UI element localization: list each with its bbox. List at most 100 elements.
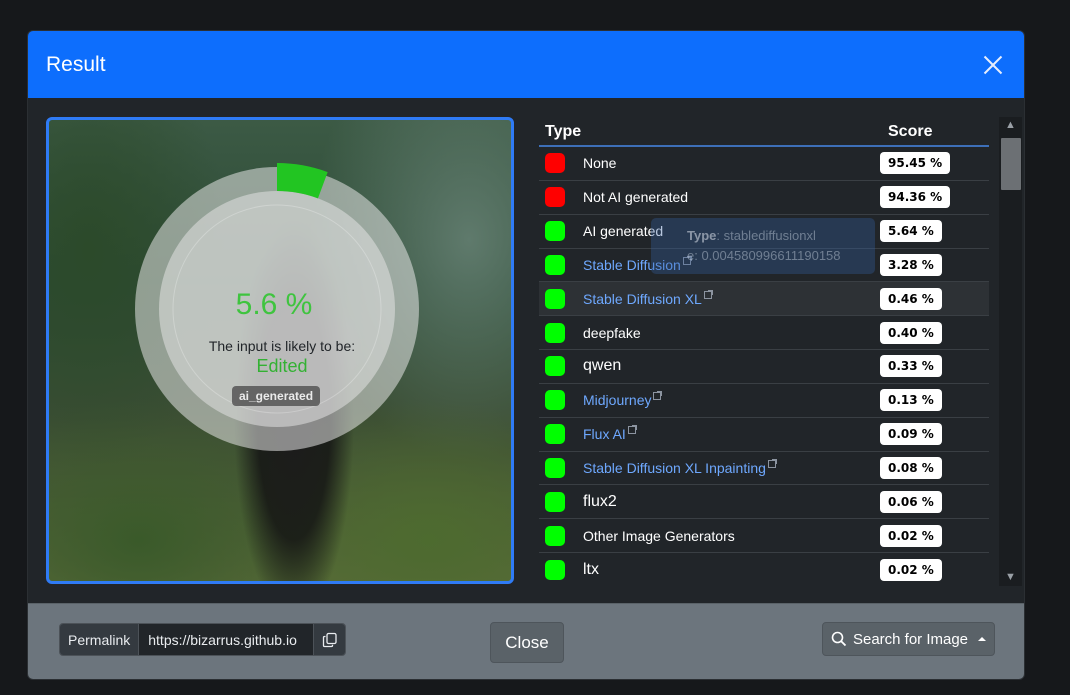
analyzed-image: 5.6 % The input is likely to be: Edited … xyxy=(46,117,514,584)
model-link[interactable]: Midjourney xyxy=(565,391,876,408)
table-row: AI generated 5.64 % xyxy=(539,215,989,249)
type-name[interactable]: Stable Diffusion XL Inpainting xyxy=(583,460,766,476)
status-indicator xyxy=(545,221,565,242)
type-name[interactable]: Stable Diffusion xyxy=(583,257,681,273)
result-modal: Result 5.6 % The input is likely to be: … xyxy=(27,30,1025,680)
external-link-icon xyxy=(767,459,777,469)
score-column-header: Score xyxy=(888,123,933,140)
type-name: None xyxy=(583,155,617,172)
type-name[interactable]: Stable Diffusion XL xyxy=(583,291,702,307)
status-indicator xyxy=(545,187,565,208)
external-link-icon xyxy=(682,255,692,265)
model-link[interactable]: Flux AI xyxy=(565,425,876,442)
table-header: Type Score xyxy=(539,118,989,147)
model-link[interactable]: Stable Diffusion xyxy=(565,255,876,273)
status-indicator xyxy=(545,491,565,512)
table-scrollbar[interactable]: ▲ ▼ xyxy=(999,117,1022,586)
type-name[interactable]: Flux AI xyxy=(583,426,626,442)
status-indicator xyxy=(545,525,565,546)
status-indicator xyxy=(545,559,565,580)
score-badge: 0.09 % xyxy=(880,423,942,446)
score-badge: 0.06 % xyxy=(880,490,942,513)
table-row: Stable Diffusion XL 0.46 % xyxy=(539,282,989,317)
permalink-input[interactable]: https://bizarrus.github.io xyxy=(139,624,314,655)
gauge-badge: ai_generated xyxy=(232,386,321,406)
score-badge: 0.02 % xyxy=(880,558,942,581)
external-link-icon xyxy=(703,289,713,299)
model-link[interactable]: Stable Diffusion XL Inpainting xyxy=(565,459,876,476)
modal-body: 5.6 % The input is likely to be: Edited … xyxy=(28,98,1024,603)
type-name: Other Image Generators xyxy=(583,527,735,544)
score-badge: 0.33 % xyxy=(880,355,942,378)
status-indicator xyxy=(545,322,565,343)
table-row: Other Image Generators 0.02 % xyxy=(539,519,989,554)
close-icon[interactable] xyxy=(978,50,1008,80)
modal-header: Result xyxy=(28,31,1024,98)
status-indicator xyxy=(545,356,565,377)
score-badge: 0.40 % xyxy=(880,321,942,344)
score-badge: 0.13 % xyxy=(880,389,942,412)
score-badge: 95.45 % xyxy=(880,152,951,175)
score-badge: 5.64 % xyxy=(880,220,942,243)
table-row: None 95.45 % xyxy=(539,147,989,181)
score-badge: 3.28 % xyxy=(880,253,942,276)
score-badge: 94.36 % xyxy=(880,186,951,209)
type-label: None xyxy=(565,155,876,171)
status-indicator xyxy=(545,458,565,479)
status-indicator xyxy=(545,424,565,445)
copy-button[interactable] xyxy=(313,624,346,655)
search-for-image-button[interactable]: Search for Image xyxy=(822,622,995,656)
table-row: Not AI generated 94.36 % xyxy=(539,181,989,215)
type-name: ltx xyxy=(583,560,599,578)
scroll-up-icon[interactable]: ▲ xyxy=(999,117,1022,134)
status-indicator xyxy=(545,254,565,275)
score-badge: 0.46 % xyxy=(880,287,942,310)
type-label: Other Image Generators xyxy=(565,528,876,544)
search-icon xyxy=(831,631,847,647)
score-badge: 0.08 % xyxy=(880,457,942,480)
type-name: qwen xyxy=(583,357,622,375)
gauge-progress-arc xyxy=(276,163,328,199)
gauge-verdict: Edited xyxy=(256,356,308,376)
external-link-icon xyxy=(627,425,637,435)
table-row: qwen 0.33 % xyxy=(539,350,989,384)
type-name: Not AI generated xyxy=(583,189,689,206)
table-row: ltx 0.02 % xyxy=(539,553,989,586)
type-label: ltx xyxy=(565,561,876,579)
copy-icon xyxy=(322,632,337,647)
score-badge: 0.02 % xyxy=(880,524,942,547)
model-link[interactable]: Stable Diffusion XL xyxy=(565,289,876,307)
table-row: Midjourney 0.13 % xyxy=(539,384,989,418)
close-button[interactable]: Close xyxy=(490,622,564,663)
table-row: Flux AI 0.09 % xyxy=(539,418,989,452)
search-for-image-label: Search for Image xyxy=(852,630,969,648)
permalink-group: Permalink https://bizarrus.github.io xyxy=(59,623,347,656)
table-row: Stable Diffusion 3.28 % xyxy=(539,249,989,283)
permalink-label: Permalink xyxy=(60,624,140,655)
status-indicator xyxy=(545,390,565,411)
type-name[interactable]: Midjourney xyxy=(583,392,651,408)
type-column-header: Type xyxy=(545,123,582,140)
results-table: Type Score None 95.45 % Not AI generated 94… xyxy=(539,118,989,586)
gauge-label: The input is likely to be: xyxy=(208,338,356,354)
table-rows: None 95.45 % Not AI generated 94.36 % AI gen… xyxy=(539,147,989,586)
type-label: flux2 xyxy=(565,493,876,511)
type-label: AI generated xyxy=(565,223,876,239)
type-name: AI generated xyxy=(583,223,664,240)
type-name: deepfake xyxy=(583,324,641,341)
status-indicator xyxy=(545,288,565,309)
table-row: flux2 0.06 % xyxy=(539,485,989,520)
scroll-thumb[interactable] xyxy=(1001,138,1021,190)
external-link-icon xyxy=(653,391,663,401)
type-label: Not AI generated xyxy=(565,189,876,205)
modal-title: Result xyxy=(46,52,106,76)
caret-up-icon xyxy=(978,637,987,641)
status-indicator xyxy=(545,153,565,174)
type-label: deepfake xyxy=(565,325,876,341)
table-row: deepfake 0.40 % xyxy=(539,316,989,351)
table-row: Stable Diffusion XL Inpainting 0.08 % xyxy=(539,452,989,486)
gauge-percentage: 5.6 % xyxy=(235,288,313,321)
scroll-down-icon[interactable]: ▼ xyxy=(999,569,1022,586)
type-name: flux2 xyxy=(583,492,617,510)
type-label: qwen xyxy=(565,357,876,375)
